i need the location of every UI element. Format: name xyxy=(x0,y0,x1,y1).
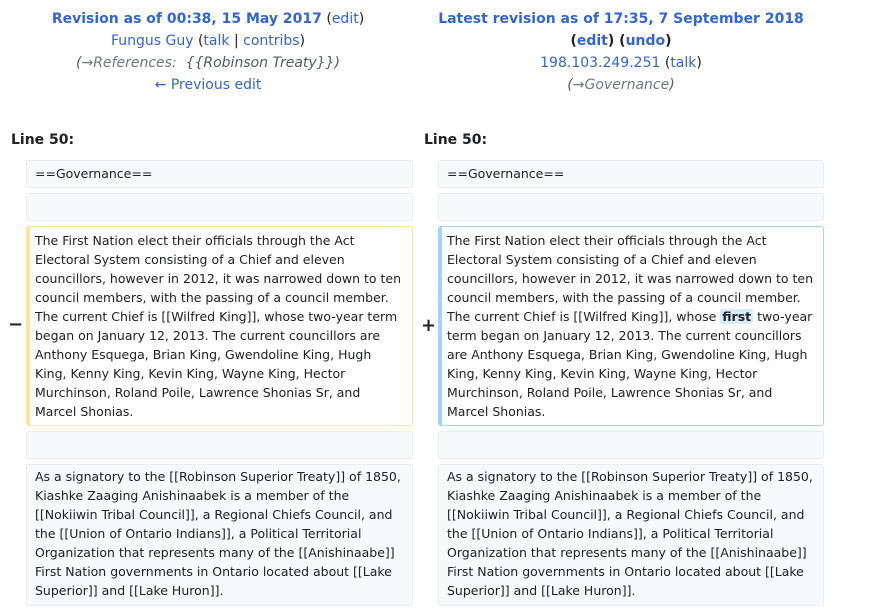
old-section-link[interactable]: References: xyxy=(93,55,176,71)
added-line-marker: + xyxy=(421,315,437,336)
new-edit-link[interactable]: edit xyxy=(577,33,608,49)
inserted-word: first xyxy=(720,309,754,324)
old-user-link[interactable]: Fungus Guy xyxy=(111,33,194,49)
deleted-paragraph-text: The First Nation elect their officials t… xyxy=(35,233,402,419)
old-context-heading: ==Governance== xyxy=(26,160,413,188)
new-line-number: Line 50: xyxy=(424,132,488,148)
deleted-line-marker: − xyxy=(8,314,24,335)
undo-link[interactable]: undo xyxy=(626,33,666,49)
old-revision-title-link[interactable]: Revision as of 00:38, 15 May 2017 xyxy=(52,11,322,27)
new-user-link[interactable]: 198.103.249.251 xyxy=(540,55,660,71)
deleted-line: The First Nation elect their officials t… xyxy=(26,226,413,426)
new-signatory-text: As a signatory to the [[Robinson Superio… xyxy=(447,469,813,598)
old-talk-link[interactable]: talk xyxy=(203,33,229,49)
new-section-link[interactable]: Governance xyxy=(585,77,670,93)
added-text-after: two-year term began on January 12, 2013.… xyxy=(447,309,813,419)
old-contribs-link[interactable]: contribs xyxy=(243,33,299,49)
new-talk-link[interactable]: talk xyxy=(670,55,696,71)
diff-page: Revision as of 00:38, 15 May 2017 (edit)… xyxy=(0,0,874,610)
new-context-heading: ==Governance== xyxy=(438,160,824,188)
new-heading-text: ==Governance== xyxy=(447,166,565,181)
new-section-arrow-link[interactable]: → xyxy=(573,77,585,93)
new-context-blank-2 xyxy=(438,431,824,459)
new-edit-summary: (→Governance) xyxy=(567,77,675,93)
old-context-blank xyxy=(26,193,413,221)
old-revision-header: Revision as of 00:38, 15 May 2017 (edit)… xyxy=(0,8,416,96)
old-edit-link[interactable]: edit xyxy=(332,11,359,27)
old-context-blank-2 xyxy=(26,431,413,459)
added-line: The First Nation elect their officials t… xyxy=(438,226,824,426)
old-line-number: Line 50: xyxy=(11,132,75,148)
new-context-blank xyxy=(438,193,824,221)
previous-edit-link[interactable]: ← Previous edit xyxy=(155,77,262,93)
old-context-signatory: As a signatory to the [[Robinson Superio… xyxy=(26,464,413,606)
old-comment-text: {{Robinson Treaty}} xyxy=(185,55,335,71)
old-edit-summary: (→References: {{Robinson Treaty}}) xyxy=(76,55,340,71)
new-revision-header: Latest revision as of 17:35, 7 September… xyxy=(418,8,824,96)
old-heading-text: ==Governance== xyxy=(35,166,153,181)
new-context-signatory: As a signatory to the [[Robinson Superio… xyxy=(438,464,824,606)
old-signatory-text: As a signatory to the [[Robinson Superio… xyxy=(35,469,401,598)
new-revision-title-link[interactable]: Latest revision as of 17:35, 7 September… xyxy=(438,11,804,27)
old-section-arrow-link[interactable]: → xyxy=(81,55,93,71)
